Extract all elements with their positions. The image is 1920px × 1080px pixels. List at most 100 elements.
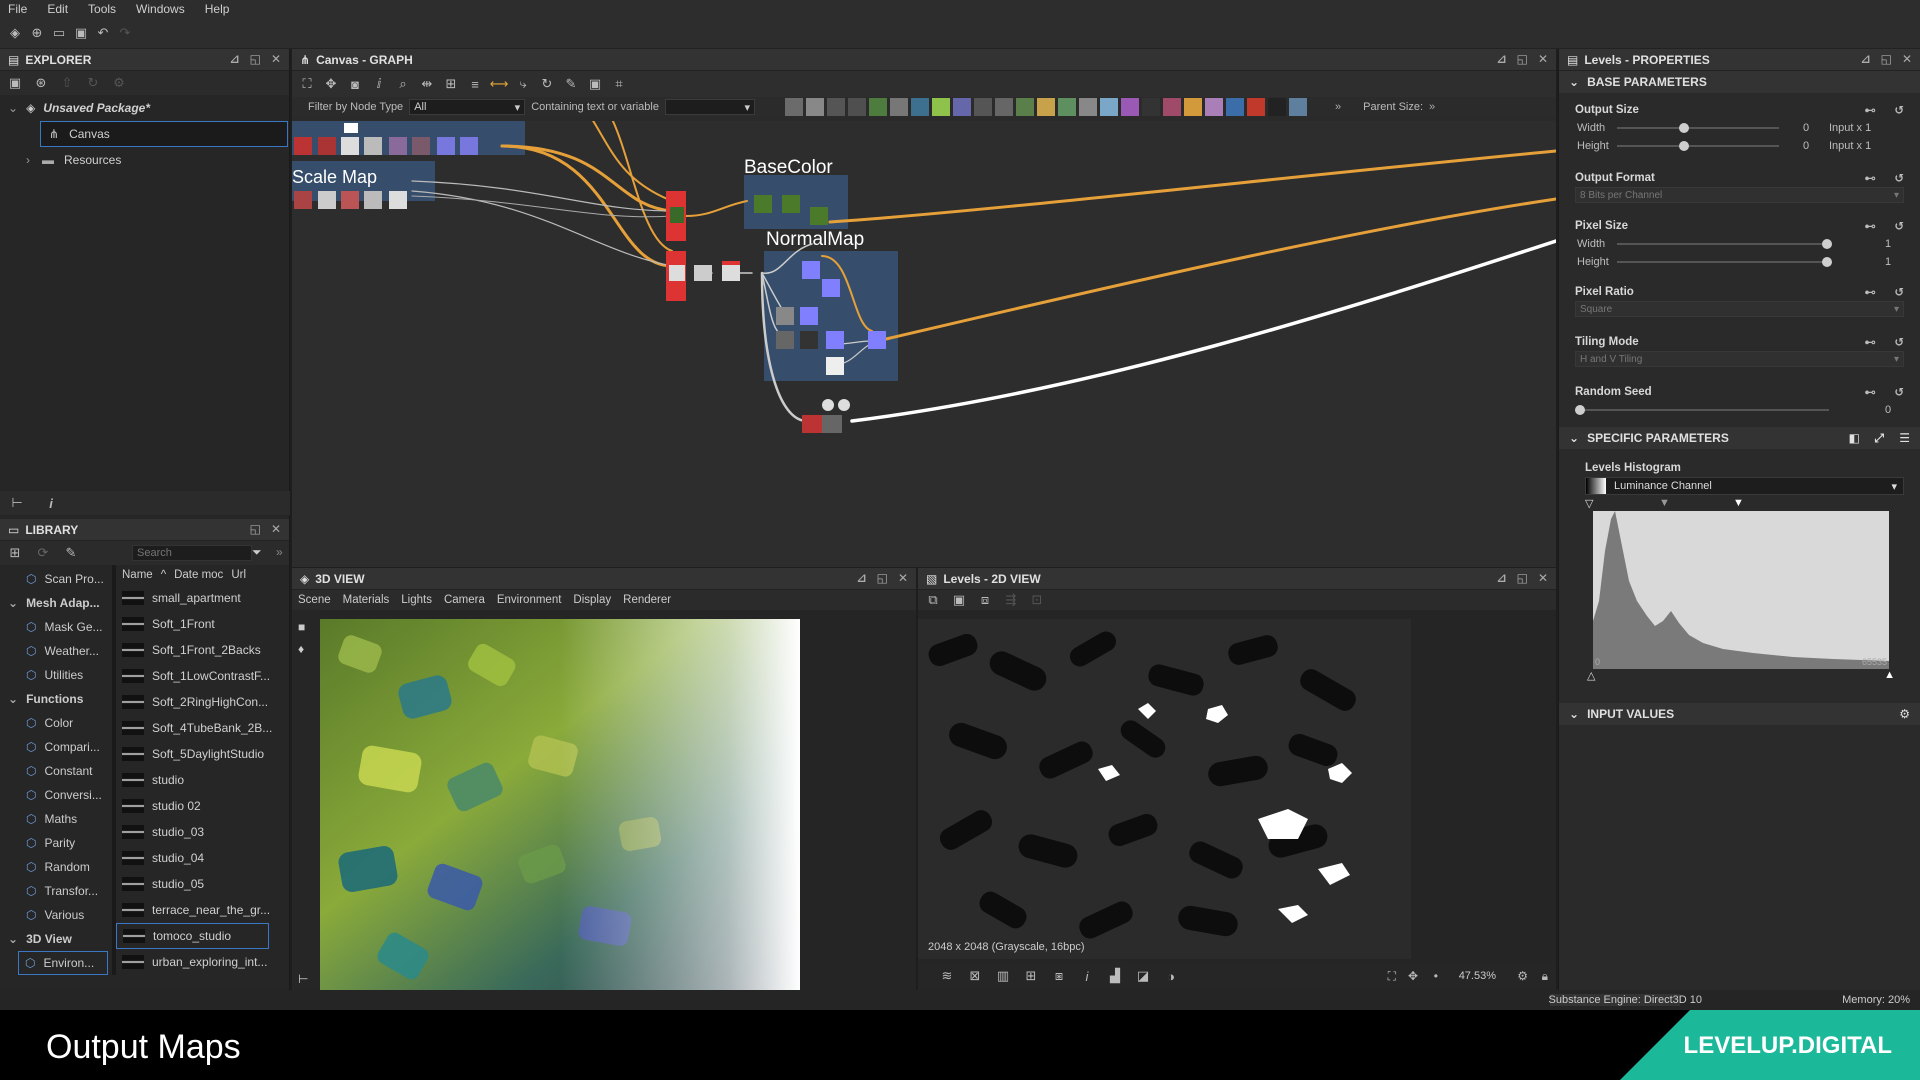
reload-icon[interactable]: ↻ xyxy=(84,74,102,92)
menu-environment[interactable]: Environment xyxy=(497,594,562,606)
pixel-ratio-select[interactable]: Square ▾ xyxy=(1575,301,1904,317)
more-icon[interactable]: » xyxy=(1335,101,1341,113)
library-file-item[interactable]: studio_05 xyxy=(116,871,289,897)
light-icon[interactable]: ♦ xyxy=(298,642,320,656)
info-icon[interactable]: ⅈ xyxy=(370,75,388,93)
graph-canvas-svg[interactable]: Scale Map BaseColor NormalMap xyxy=(292,121,1556,567)
graph-node[interactable] xyxy=(800,331,818,349)
library-category-header[interactable]: ⌄ 3D View xyxy=(0,927,112,951)
link-param-icon[interactable]: ⊷ xyxy=(1865,285,1877,299)
library-category-item[interactable]: ⬡ Scan Pro... xyxy=(0,567,112,591)
histogram-mid-handle-icon[interactable]: ▼ xyxy=(1659,497,1670,509)
library-file-item[interactable]: studio_04 xyxy=(116,845,289,871)
pixel-height-slider[interactable] xyxy=(1617,257,1832,267)
output-format-select[interactable]: 8 Bits per Channel ▾ xyxy=(1575,187,1904,203)
library-category-item[interactable]: ⬡ Random xyxy=(0,855,112,879)
close-icon[interactable]: ✕ xyxy=(1538,52,1548,66)
output-height-mode[interactable]: Input x 1 xyxy=(1829,140,1871,152)
histogram-white-handle-icon[interactable]: ▼ xyxy=(1733,497,1744,509)
filter-icon[interactable]: ⏷ xyxy=(252,545,262,560)
node-palette-icon[interactable] xyxy=(1015,98,1034,116)
levels-histogram[interactable]: 0 65535 xyxy=(1593,511,1889,669)
menu-display[interactable]: Display xyxy=(573,594,611,606)
reset-param-icon[interactable]: ↺ xyxy=(1894,103,1904,117)
pin-icon[interactable]: ⊿ xyxy=(1497,571,1507,585)
node-palette-icon[interactable] xyxy=(931,98,950,116)
histogram-output-max-handle-icon[interactable]: ▲ xyxy=(1884,669,1895,681)
library-category-item[interactable]: ⬡ Constant xyxy=(0,759,112,783)
list-icon[interactable]: ≡ xyxy=(466,75,484,93)
filter-node-type-select[interactable]: All ▾ xyxy=(409,99,526,115)
output-height-slider[interactable] xyxy=(1617,141,1779,151)
fit-icon[interactable]: ✥ xyxy=(322,75,340,93)
frame-title-basecolor[interactable]: BaseColor xyxy=(744,157,833,178)
node-palette-icon[interactable] xyxy=(784,98,803,116)
channel-select[interactable]: Luminance Channel ▾ xyxy=(1585,477,1904,495)
node-palette-icon[interactable] xyxy=(1162,98,1181,116)
fit-view-icon[interactable]: ⛶ xyxy=(1388,969,1396,984)
float-icon[interactable]: ◱ xyxy=(1517,52,1528,66)
library-file-item[interactable]: studio_03 xyxy=(116,819,289,845)
output-width-mode[interactable]: Input x 1 xyxy=(1829,122,1871,134)
node-palette-icon[interactable] xyxy=(1183,98,1202,116)
library-category-item[interactable]: ⬡ Various xyxy=(0,903,112,927)
menu-lights[interactable]: Lights xyxy=(401,594,432,606)
close-icon[interactable]: ✕ xyxy=(898,571,908,585)
link-param-icon[interactable]: ⊷ xyxy=(1865,335,1877,349)
share-icon[interactable]: ⇶ xyxy=(1002,591,1020,609)
library-category-header[interactable]: ⌄ Mesh Adap... xyxy=(0,591,112,615)
redo-icon[interactable]: ↷ xyxy=(116,24,134,42)
node-palette-icon[interactable] xyxy=(847,98,866,116)
graph-node[interactable] xyxy=(412,137,430,155)
graph-node[interactable] xyxy=(802,261,820,279)
menu-edit[interactable]: Edit xyxy=(47,2,68,16)
frame-icon[interactable]: ⛶ xyxy=(298,75,316,93)
random-seed-value[interactable]: 0 xyxy=(1885,404,1891,416)
collapse-arrow-icon[interactable]: ⌄ xyxy=(8,932,18,946)
library-search-input[interactable] xyxy=(132,545,252,561)
node-palette-icon[interactable] xyxy=(1267,98,1286,116)
graph-node[interactable] xyxy=(776,331,794,349)
node-palette-icon[interactable] xyxy=(889,98,908,116)
node-palette-icon[interactable] xyxy=(805,98,824,116)
new-package-icon[interactable]: ◈ xyxy=(6,24,24,42)
collapse-arrow-icon[interactable]: ⌄ xyxy=(8,692,18,706)
library-file-item[interactable]: Soft_1LowContrastF... xyxy=(116,663,289,689)
library-category-item[interactable]: ⬡ Weather... xyxy=(0,639,112,663)
info-icon[interactable]: i xyxy=(42,494,60,512)
node-palette-icon[interactable] xyxy=(994,98,1013,116)
float-icon[interactable]: ◱ xyxy=(1517,571,1528,585)
refresh-icon[interactable]: ⟳ xyxy=(34,544,52,562)
upload-icon[interactable]: ⇧ xyxy=(58,74,76,92)
histogram-output-min-handle-icon[interactable]: △ xyxy=(1587,669,1595,682)
graph-node[interactable] xyxy=(822,279,840,297)
graph-node[interactable] xyxy=(802,415,822,433)
library-category-header[interactable]: ⌄ Functions xyxy=(0,687,112,711)
graph-node[interactable] xyxy=(389,191,407,209)
node-palette-icon[interactable] xyxy=(952,98,971,116)
more-icon[interactable]: » xyxy=(276,545,283,559)
graph-node[interactable] xyxy=(437,137,455,155)
3d-viewport[interactable] xyxy=(320,619,800,990)
library-file-item[interactable]: Soft_1Front xyxy=(116,611,289,637)
library-category-item[interactable]: ⬡ Conversi... xyxy=(0,783,112,807)
slider-knob[interactable] xyxy=(1575,405,1585,415)
pixel-height-value[interactable]: 1 xyxy=(1885,256,1891,268)
float-icon[interactable]: ◱ xyxy=(1881,52,1892,66)
copy-icon[interactable]: ⧉ xyxy=(924,591,942,609)
reset-param-icon[interactable]: ↺ xyxy=(1894,285,1904,299)
package-row[interactable]: ⌄ ◈ Unsaved Package* xyxy=(0,95,289,121)
crop-icon[interactable]: ⌗ xyxy=(610,75,628,93)
close-icon[interactable]: ✕ xyxy=(1538,571,1548,585)
options-icon[interactable]: ☰ xyxy=(1899,431,1910,445)
reset-param-icon[interactable]: ↺ xyxy=(1894,335,1904,349)
frame-title-scale-map[interactable]: Scale Map xyxy=(292,167,377,187)
column-url[interactable]: Url xyxy=(231,569,246,581)
library-file-item[interactable]: Soft_2RingHighCon... xyxy=(116,689,289,715)
snapshot-icon[interactable]: ▣ xyxy=(586,75,604,93)
expand-arrow-icon[interactable]: › xyxy=(26,153,30,167)
output-width-value[interactable]: 0 xyxy=(1803,122,1809,134)
collapse-arrow-icon[interactable]: ⌄ xyxy=(1569,431,1579,445)
link-param-icon[interactable]: ⊷ xyxy=(1865,103,1877,117)
output-node-icon[interactable] xyxy=(838,399,850,411)
